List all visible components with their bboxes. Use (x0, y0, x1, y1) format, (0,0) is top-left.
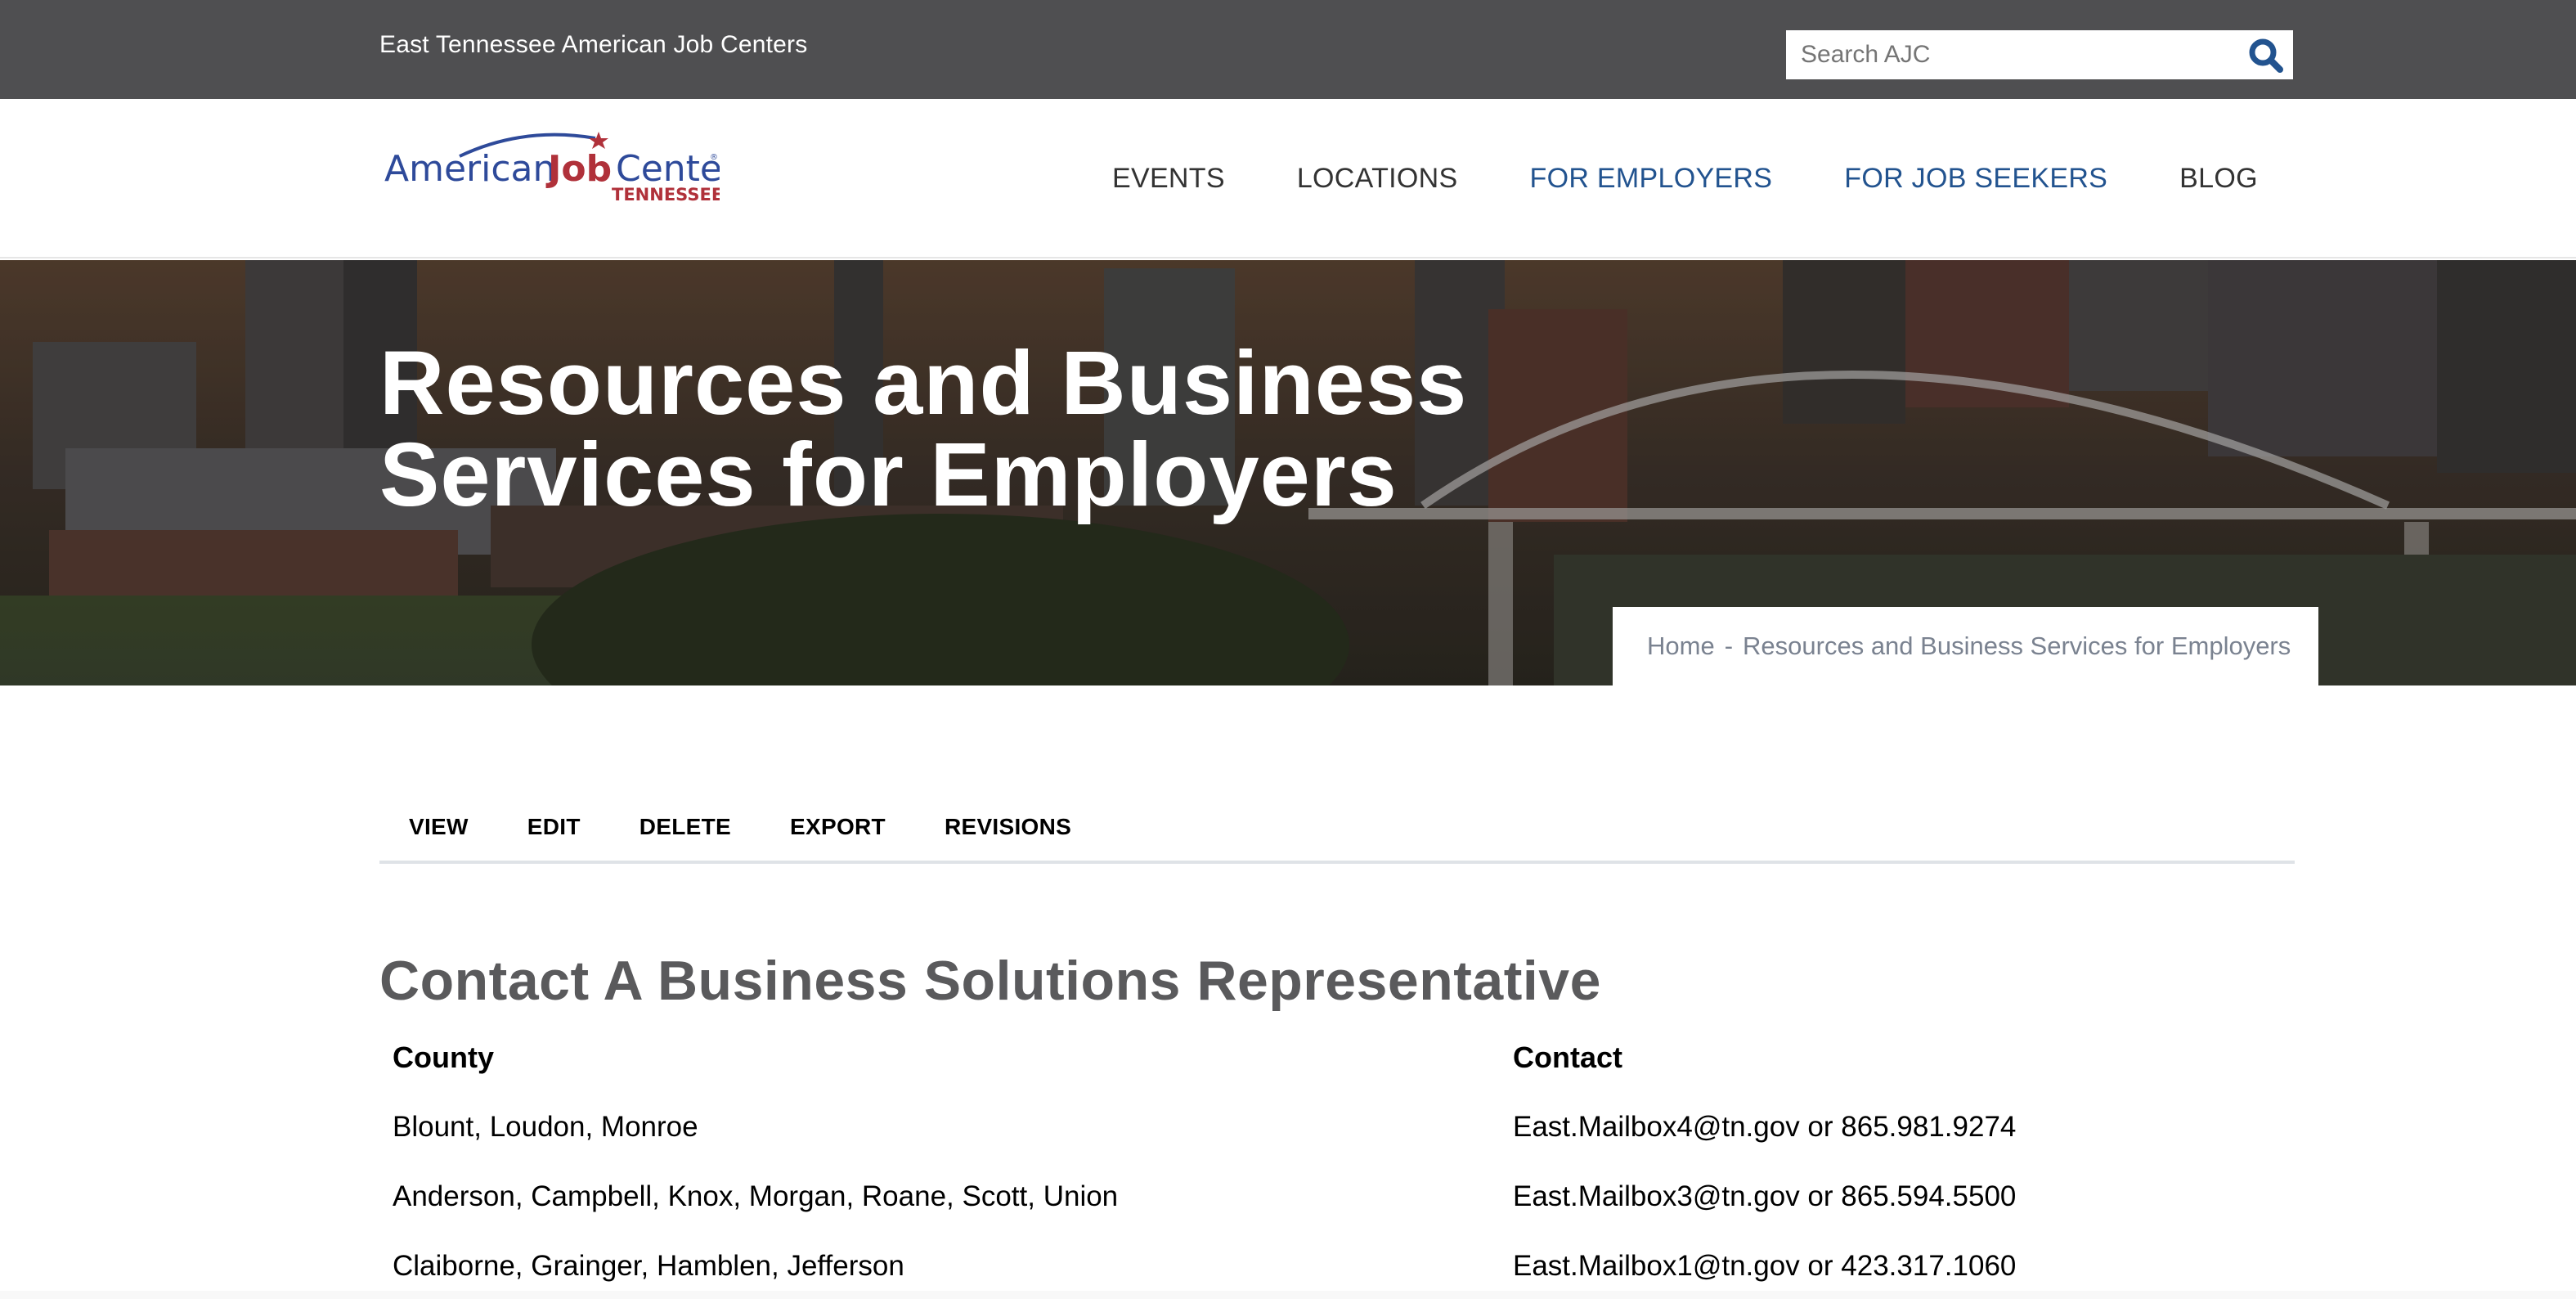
nav-blog[interactable]: BLOG (2179, 163, 2258, 195)
site-logo[interactable]: American Job Center ® TENNESSEE (384, 122, 738, 205)
breadcrumb-current: Resources and Business Services for Empl… (1743, 632, 2291, 660)
logo-text-job: Job (545, 148, 612, 190)
tab-export[interactable]: EXPORT (790, 814, 886, 840)
breadcrumb-separator: - (1724, 632, 1734, 660)
main-header: American Job Center ® TENNESSEE EVENTS L… (0, 99, 2576, 258)
county-cell: Blount, Loudon, Monroe (393, 1110, 698, 1143)
page-title: Resources and Business Services for Empl… (379, 338, 1524, 521)
breadcrumb-home[interactable]: Home (1647, 632, 1715, 661)
tab-edit[interactable]: EDIT (527, 814, 581, 840)
tab-delete[interactable]: DELETE (640, 814, 731, 840)
contact-cell[interactable]: East.Mailbox3@tn.gov or 865.594.5500 (1500, 1162, 2295, 1231)
tab-revisions[interactable]: REVISIONS (945, 814, 1071, 840)
page-bottom-edge (0, 1291, 2576, 1299)
table-header-row: County Contact (379, 1023, 2295, 1092)
search-input[interactable] (1786, 30, 2228, 79)
logo-subtitle: TENNESSEE (612, 185, 720, 204)
nav-for-employers[interactable]: FOR EMPLOYERS (1530, 163, 1773, 195)
logo-text-center: Center (616, 148, 720, 190)
nav-for-job-seekers[interactable]: FOR JOB SEEKERS (1844, 163, 2107, 195)
top-utility-bar: East Tennessee American Job Centers (0, 0, 2576, 99)
column-header-contact: Contact (1513, 1040, 1622, 1074)
search-box (1786, 30, 2293, 79)
contact-table: County Contact Blount, Loudon, Monroe Ea… (379, 1023, 2295, 1299)
contact-cell[interactable]: East.Mailbox1@tn.gov or 423.317.1060 (1500, 1231, 2295, 1299)
county-cell: Anderson, Campbell, Knox, Morgan, Roane,… (393, 1180, 1119, 1212)
nav-locations[interactable]: LOCATIONS (1297, 163, 1458, 195)
table-row: Anderson, Campbell, Knox, Morgan, Roane,… (379, 1162, 2295, 1231)
breadcrumb: Home - Resources and Business Services f… (1613, 607, 2318, 685)
page-title-line2: Services for Employers (379, 425, 1398, 525)
contact-cell[interactable]: East.Mailbox4@tn.gov or 865.981.9274 (1500, 1092, 2295, 1162)
search-button[interactable] (2247, 37, 2285, 74)
table-row: Claiborne, Grainger, Hamblen, Jefferson … (379, 1231, 2295, 1299)
american-job-center-logo: American Job Center ® TENNESSEE (384, 132, 738, 205)
tab-view[interactable]: VIEW (409, 814, 469, 840)
column-header-county: County (393, 1040, 494, 1074)
search-icon (2249, 38, 2283, 73)
primary-nav: EVENTS LOCATIONS FOR EMPLOYERS FOR JOB S… (1112, 99, 2258, 258)
table-row: Blount, Loudon, Monroe East.Mailbox4@tn.… (379, 1092, 2295, 1162)
admin-tabs: VIEW EDIT DELETE EXPORT REVISIONS (379, 793, 2295, 864)
page-title-line1: Resources and Business (379, 333, 1468, 434)
nav-events[interactable]: EVENTS (1112, 163, 1225, 195)
section-heading: Contact A Business Solutions Representat… (379, 950, 1601, 1012)
hero-banner: Resources and Business Services for Empl… (0, 260, 2576, 685)
logo-registered: ® (710, 153, 718, 162)
county-cell: Claiborne, Grainger, Hamblen, Jefferson (393, 1249, 904, 1282)
star-icon (589, 132, 608, 149)
site-name: East Tennessee American Job Centers (379, 31, 808, 58)
logo-text-american: American (384, 148, 555, 190)
